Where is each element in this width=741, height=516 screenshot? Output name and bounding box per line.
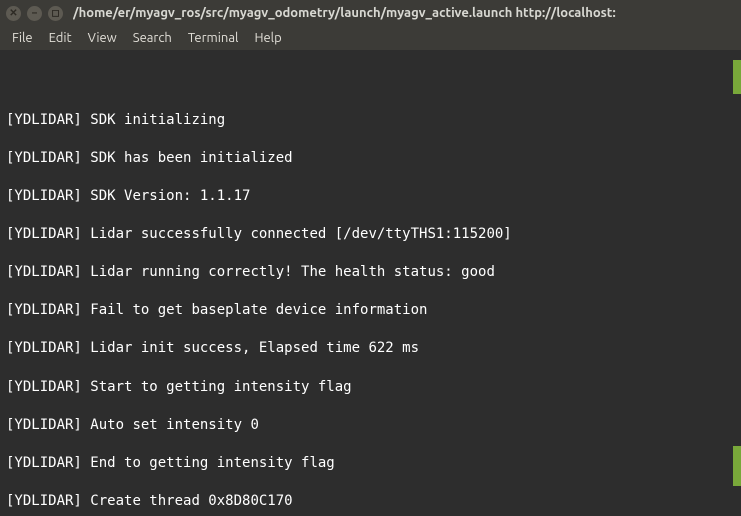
minimize-icon[interactable]: – bbox=[27, 6, 42, 21]
menu-file[interactable]: File bbox=[4, 29, 41, 47]
menu-view[interactable]: View bbox=[80, 29, 125, 47]
log-line: [YDLIDAR] Lidar init success, Elapsed ti… bbox=[6, 339, 735, 358]
close-icon[interactable]: ✕ bbox=[6, 6, 21, 21]
log-line: [YDLIDAR] SDK Version: 1.1.17 bbox=[6, 187, 735, 206]
log-line: [YDLIDAR] Fail to get baseplate device i… bbox=[6, 301, 735, 320]
menu-terminal[interactable]: Terminal bbox=[180, 29, 247, 47]
log-line: [YDLIDAR] Auto set intensity 0 bbox=[6, 416, 735, 435]
menu-help[interactable]: Help bbox=[246, 29, 289, 47]
log-line: [YDLIDAR] End to getting intensity flag bbox=[6, 454, 735, 473]
titlebar: ✕ – ◻ /home/er/myagv_ros/src/myagv_odome… bbox=[0, 0, 741, 26]
log-line: [YDLIDAR] Create thread 0x8D80C170 bbox=[6, 492, 735, 511]
window-controls: ✕ – ◻ bbox=[6, 6, 63, 21]
menu-search[interactable]: Search bbox=[125, 29, 180, 47]
log-line: [YDLIDAR] Start to getting intensity fla… bbox=[6, 378, 735, 397]
menu-edit[interactable]: Edit bbox=[41, 29, 80, 47]
log-line: [YDLIDAR] Lidar running correctly! The h… bbox=[6, 263, 735, 282]
maximize-icon[interactable]: ◻ bbox=[48, 6, 63, 21]
log-line: [YDLIDAR] Lidar successfully connected [… bbox=[6, 225, 735, 244]
log-line: [YDLIDAR] SDK has been initialized bbox=[6, 149, 735, 168]
scroll-indicator bbox=[733, 446, 741, 486]
terminal-output[interactable]: [YDLIDAR] SDK initializing [YDLIDAR] SDK… bbox=[0, 50, 741, 516]
scroll-indicator bbox=[733, 60, 741, 94]
log-line: [YDLIDAR] SDK initializing bbox=[6, 111, 735, 130]
menubar: File Edit View Search Terminal Help bbox=[0, 26, 741, 50]
window-title: /home/er/myagv_ros/src/myagv_odometry/la… bbox=[73, 6, 616, 20]
